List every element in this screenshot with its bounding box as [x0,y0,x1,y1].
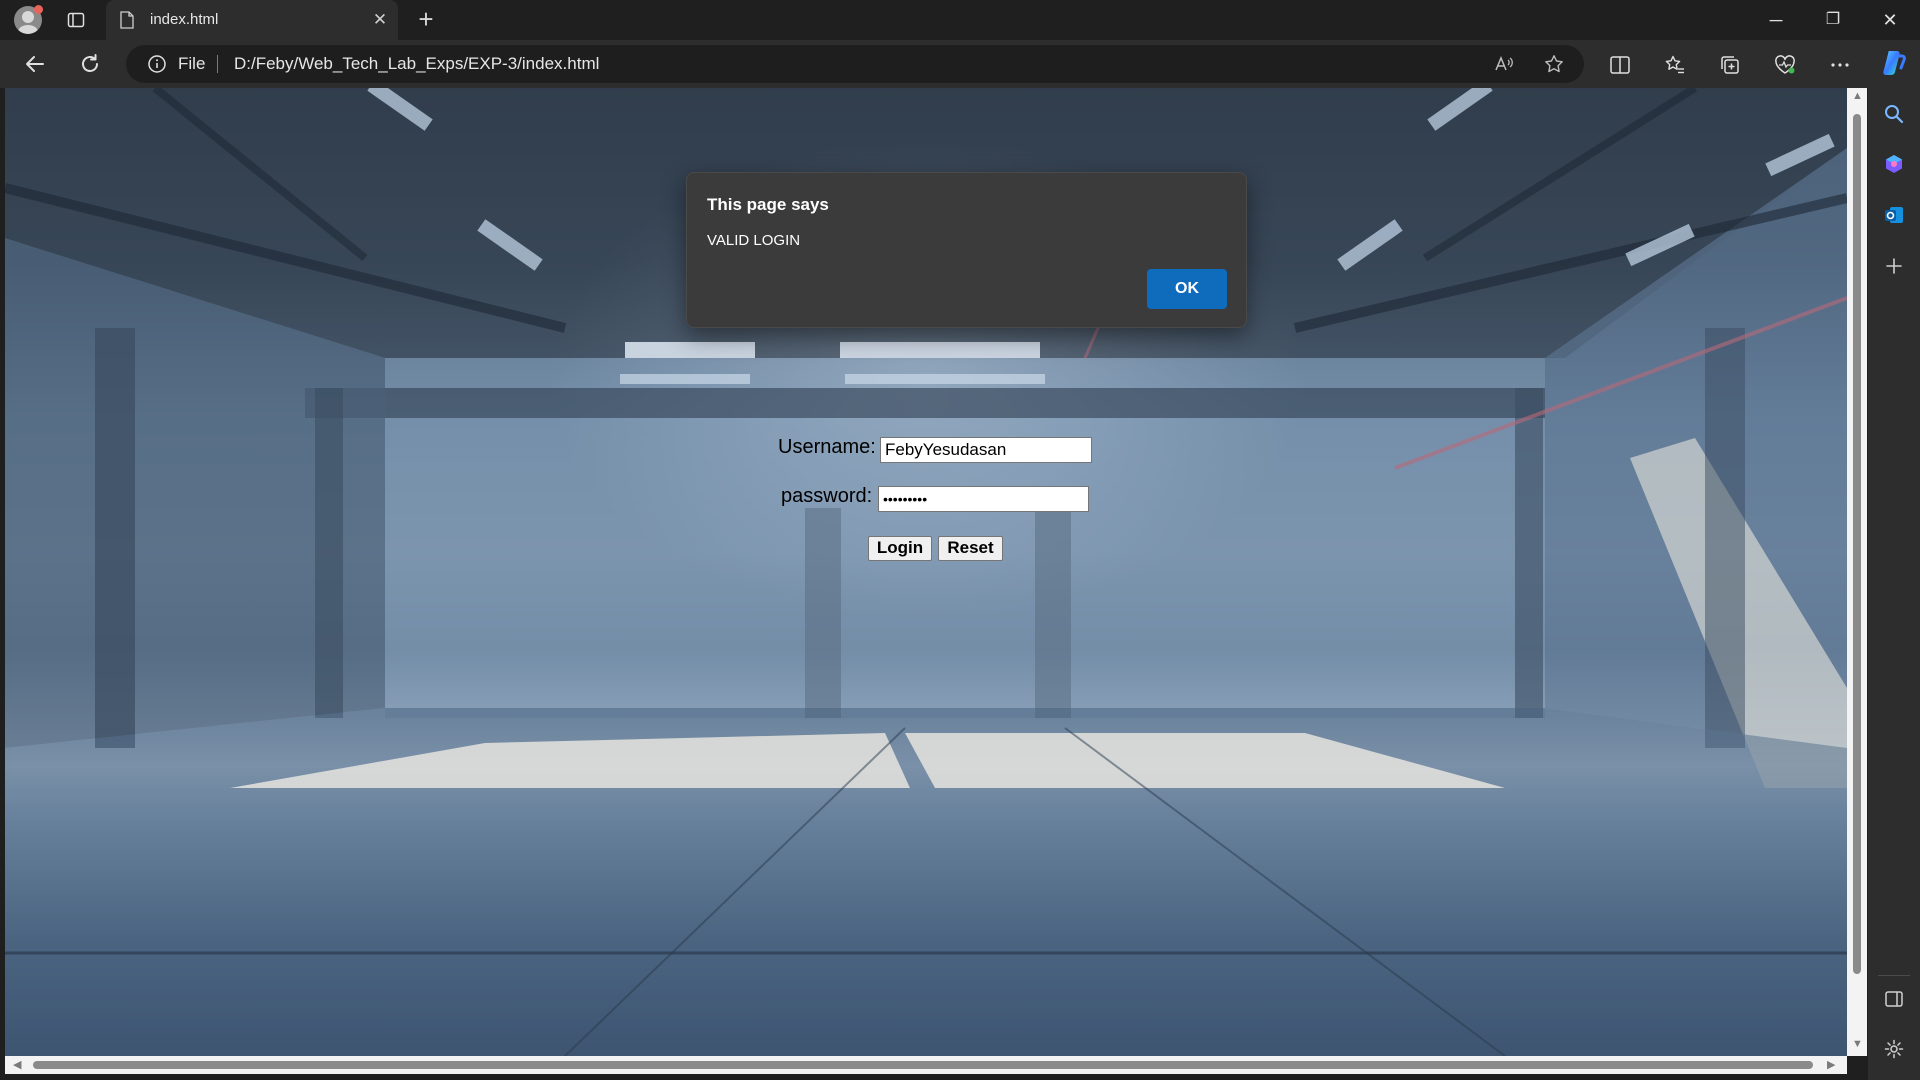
tab-title: index.html [150,11,219,28]
scroll-down-arrow-icon[interactable]: ▼ [1852,1038,1863,1050]
more-icon[interactable] [1829,54,1851,76]
profile-notification-dot [34,5,43,14]
vertical-scroll-thumb[interactable] [1853,114,1861,974]
close-icon[interactable]: ✕ [370,10,390,30]
outlook-icon[interactable] [1883,204,1905,226]
plus-icon[interactable]: + [414,6,438,32]
edge-sidebar [1868,88,1920,1080]
horizontal-scrollbar[interactable]: ◀ ▶ [5,1056,1847,1074]
scroll-up-arrow-icon[interactable]: ▲ [1852,90,1863,102]
address-scheme-label: File [178,54,206,73]
sidebar-toggle-icon[interactable] [1883,988,1905,1010]
username-input[interactable]: FebyYesudasan [880,437,1092,463]
sidebar-divider [1878,975,1910,976]
scroll-left-arrow-icon[interactable]: ◀ [13,1058,21,1071]
title-bar: index.html ✕ + ─ ❐ ✕ [0,0,1920,40]
favorites-icon[interactable] [1664,54,1686,76]
star-icon[interactable] [1544,54,1564,74]
address-bar[interactable]: File D:/Feby/Web_Tech_Lab_Exps/EXP-3/ind… [126,45,1584,83]
tab-actions-icon[interactable] [66,10,86,30]
add-sidebar-app-icon[interactable] [1883,255,1905,277]
minimize-button[interactable]: ─ [1764,8,1788,32]
window-close-button[interactable]: ✕ [1878,8,1902,32]
settings-icon[interactable] [1883,1038,1905,1060]
browser-essentials-icon[interactable] [1774,54,1796,76]
tab-index[interactable]: index.html ✕ [106,0,398,40]
scroll-right-arrow-icon[interactable]: ▶ [1827,1058,1835,1071]
read-aloud-icon[interactable] [1494,54,1514,74]
reset-button[interactable]: Reset [938,536,1003,561]
horizontal-scroll-thumb[interactable] [33,1061,1813,1069]
collections-icon[interactable] [1719,54,1741,76]
address-url[interactable]: D:/Feby/Web_Tech_Lab_Exps/EXP-3/index.ht… [234,54,599,74]
copilot-sidebar-icon[interactable] [1883,153,1905,175]
dialog-message: VALID LOGIN [707,232,801,249]
password-input[interactable]: ••••••••• [878,486,1089,512]
ok-button[interactable]: OK [1147,269,1227,309]
copilot-icon[interactable] [1878,48,1908,78]
dialog-title: This page says [707,195,829,214]
restore-button[interactable]: ❐ [1821,8,1845,32]
refresh-icon[interactable] [76,50,104,78]
password-label: password: [781,485,873,507]
vertical-scrollbar[interactable]: ▲ ▼ [1847,88,1867,1056]
split-screen-icon[interactable] [1609,54,1631,76]
file-icon [120,11,134,29]
username-label: Username: [778,436,876,458]
browser-toolbar: File D:/Feby/Web_Tech_Lab_Exps/EXP-3/ind… [0,40,1920,88]
page-viewport: Username: FebyYesudasan password: ••••••… [5,88,1847,1056]
info-icon[interactable] [148,55,166,73]
alert-dialog: This page says VALID LOGIN OK [686,172,1247,328]
login-button[interactable]: Login [868,536,932,561]
address-divider [217,55,218,73]
search-icon[interactable] [1883,103,1905,125]
back-icon[interactable] [21,50,49,78]
